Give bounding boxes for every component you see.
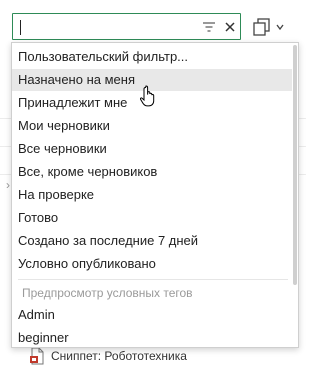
chevron-right-icon[interactable]: › — [6, 178, 10, 192]
dropdown-scrollbar[interactable] — [293, 45, 297, 285]
close-icon[interactable] — [223, 19, 237, 35]
menu-item-tag-beginner[interactable]: beginner — [12, 327, 292, 347]
search-input[interactable] — [19, 17, 199, 36]
menu-item-assigned-to-me[interactable]: Назначено на меня — [12, 69, 292, 91]
menu-item-owned-by-me[interactable]: Принадлежит мне — [12, 92, 292, 114]
copy-icon — [253, 18, 270, 36]
menu-item-created-last-7-days[interactable]: Создано за последние 7 дней — [12, 230, 292, 252]
copy-button[interactable] — [252, 15, 292, 39]
filter-dropdown-menu: Пользовательский фильтр... Назначено на … — [11, 42, 299, 348]
snippet-file-icon — [30, 347, 44, 365]
menu-item-all-except-drafts[interactable]: Все, кроме черновиков — [12, 161, 292, 183]
chevron-down-icon — [276, 24, 284, 31]
text-caret — [20, 20, 21, 35]
background-list-item[interactable]: Сниппет: Робототехника — [28, 347, 187, 365]
menu-section-title: Предпросмотр условных тегов — [22, 286, 193, 300]
menu-item-done[interactable]: Готово — [12, 207, 292, 229]
menu-item-in-review[interactable]: На проверке — [12, 184, 292, 206]
background-item-label: Сниппет: Робототехника — [51, 349, 187, 363]
search-box[interactable] — [12, 13, 241, 40]
menu-divider — [18, 279, 288, 280]
menu-item-custom-filter[interactable]: Пользовательский фильтр... — [12, 46, 292, 68]
menu-item-conditionally-published[interactable]: Условно опубликовано — [12, 253, 292, 275]
filter-icon[interactable] — [202, 20, 216, 34]
menu-item-my-drafts[interactable]: Мои черновики — [12, 115, 292, 137]
menu-item-all-drafts[interactable]: Все черновики — [12, 138, 292, 160]
menu-item-tag-admin[interactable]: Admin — [12, 304, 292, 326]
